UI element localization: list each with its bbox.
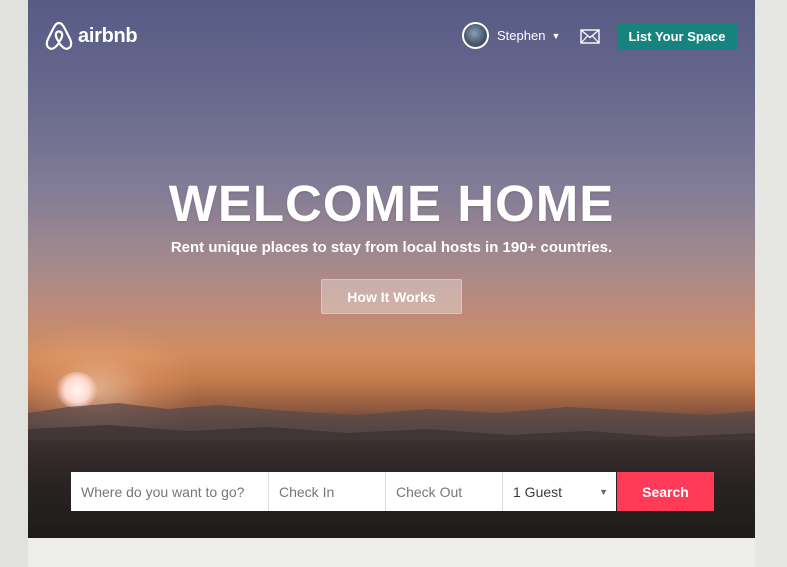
avatar	[462, 22, 489, 49]
hero-banner	[28, 0, 755, 538]
how-it-works-button[interactable]: How It Works	[321, 279, 462, 314]
user-name: Stephen	[497, 28, 546, 43]
where-input[interactable]: Where do you want to go?	[71, 472, 269, 511]
user-menu[interactable]: Stephen ▼	[462, 22, 560, 49]
search-bar: Where do you want to go? Check In Check …	[71, 472, 714, 511]
guests-value: 1 Guest	[513, 483, 563, 500]
hero-title: WELCOME HOME	[168, 175, 615, 232]
list-your-space-button[interactable]: List Your Space	[617, 23, 737, 50]
guests-select[interactable]: 1 Guest ▼	[503, 472, 616, 511]
envelope-icon[interactable]	[580, 29, 600, 44]
check-out-input[interactable]: Check Out	[386, 472, 503, 511]
search-button[interactable]: Search	[617, 472, 714, 511]
chevron-down-icon: ▼	[599, 486, 608, 497]
left-margin	[0, 0, 28, 567]
right-margin	[755, 0, 787, 567]
hero-subtitle: Rent unique places to stay from local ho…	[170, 239, 613, 256]
brand-name: airbnb	[78, 24, 138, 47]
airbnb-logo[interactable]: airbnb	[45, 21, 138, 51]
content-strip	[28, 538, 755, 567]
check-in-input[interactable]: Check In	[269, 472, 386, 511]
airbnb-belo-icon	[45, 21, 73, 50]
chevron-down-icon: ▼	[551, 30, 561, 41]
